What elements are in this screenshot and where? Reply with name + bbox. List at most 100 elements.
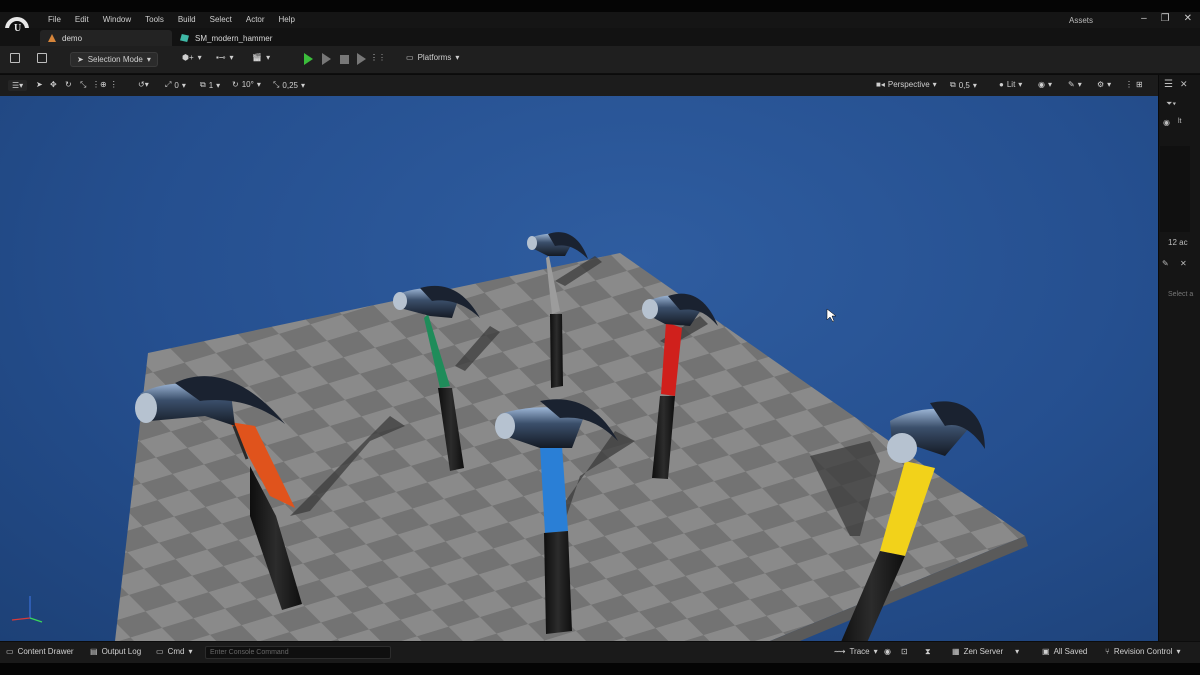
settings-dropdown[interactable]: ⚙ ▾ [1097,80,1111,89]
scene-render [115,232,1028,641]
translate-tool[interactable]: ✥ [50,80,57,89]
angle-snap-button[interactable]: ↻ 10° ▾ [232,80,261,89]
record-button[interactable]: ◉ [884,647,891,656]
menu-tools[interactable]: Tools [138,15,171,24]
rotate-snap-button[interactable]: ⤢ 0 ▾ [165,80,186,90]
save-icon [10,53,20,63]
scale-snap-button[interactable]: ⤡ 0,25 ▾ [273,80,305,90]
maximize-icon[interactable]: ❐ [1161,13,1170,24]
camera-speed-dropdown[interactable]: ⧉ 0,5 ▾ [950,80,977,90]
scale-tool[interactable]: ⤡ [80,80,86,90]
trace-dropdown[interactable]: ⟿ Trace ▾ [834,647,878,656]
revision-control-dropdown[interactable]: ⑂ Revision Control ▾ [1105,647,1181,656]
sphere-icon: ● [999,80,1004,89]
close-icon[interactable]: ✕ [1184,13,1192,24]
zen-server-dropdown[interactable]: ▦ Zen Server ▾ [952,647,1019,656]
menu-bar: File Edit Window Tools Build Select Acto… [41,15,302,24]
menu-file[interactable]: File [41,15,68,24]
cinematics-button[interactable]: 🎬︎ ▾ [252,53,270,62]
tab-demo[interactable]: demo [40,30,172,46]
more-options-icon[interactable]: ⋮ [378,53,386,62]
timer-button[interactable]: ⧗ [925,647,931,657]
brush-icon: ✎ [1068,80,1075,89]
stop-button[interactable] [340,55,349,64]
world-space-toggle[interactable]: ⊕ ⋮ [100,80,118,89]
scale-icon: ⤡ [80,80,87,89]
selection-mode-dropdown[interactable]: ➤ Selection Mode ▾ [70,52,158,67]
chevron-down-icon: ▾ [1018,80,1023,89]
camera-icon: ■◂ [876,80,885,89]
save-icon: ▣ [1042,647,1050,656]
select-tool[interactable]: ➤ [36,80,43,89]
menu-select[interactable]: Select [203,15,239,24]
cmd-dropdown[interactable]: ▭ Cmd ▾ [156,647,192,656]
console-icon: ▭ [156,647,164,656]
chevron-down-icon: ▾ [300,80,305,90]
hamburger-icon: ☰▾ [8,80,28,91]
view-mode-dropdown[interactable]: ● Lit ▾ [999,80,1022,89]
blueprint-icon: ▪⊸ [216,53,226,62]
scale-snap-count-value: 1 [208,80,214,90]
assets-label[interactable]: Assets [1069,16,1093,25]
mouse-cursor-icon [826,308,837,323]
window-controls: – ❐ ✕ [1141,13,1192,24]
scale-snap-count-button[interactable]: ⧉ 1 ▾ [200,80,220,90]
letterbox-top [0,0,1200,12]
tab-sm-modern-hammer[interactable]: SM_modern_hammer [172,30,280,46]
platforms-label: Platforms [417,53,452,62]
chevron-down-icon: ▾ [181,80,186,90]
tab-label: SM_modern_hammer [195,33,273,43]
output-log-label: Output Log [101,647,142,656]
close-icon[interactable]: ✕ [1180,79,1188,90]
main-toolbar [0,46,1200,74]
axis-gizmo-icon [11,596,43,623]
revision-control-label: Revision Control [1113,647,1173,656]
content-drawer-icon: ▭ [6,647,14,656]
chevron-down-icon: ▾ [455,53,460,62]
screenshot-button[interactable]: ⊡ [901,647,908,656]
chevron-down-icon: ▾ [1176,647,1181,656]
filter-icon[interactable]: ⏷▾ [1166,99,1176,109]
trace-icon: ⟿ [834,647,846,656]
all-saved-button[interactable]: ▣ All Saved [1042,647,1087,656]
rotate-tool[interactable]: ↻ [65,80,72,89]
viewport-more-icon[interactable]: ⋮ [1125,80,1133,89]
menu-edit[interactable]: Edit [68,15,96,24]
transform-options-icon[interactable]: ⋮ [92,80,100,89]
outliner-menu-icon[interactable]: ☰ [1164,79,1173,90]
menu-help[interactable]: Help [272,15,302,24]
viewport-menu-button[interactable]: ☰▾ [8,80,28,91]
menu-build[interactable]: Build [171,15,203,24]
scalability-dropdown[interactable]: ✎ ▾ [1068,80,1082,89]
layout-grid-icon[interactable]: ⊞ [1136,80,1143,89]
menu-window[interactable]: Window [96,15,138,24]
add-actor-button[interactable]: ⬢+ ▾ [182,53,202,62]
play-button[interactable] [304,53,313,65]
chevron-down-icon: ▾ [216,80,221,90]
console-command-input[interactable]: Enter Console Command [205,646,391,659]
save-button[interactable] [10,53,20,63]
globe-icon: ⊕ [100,80,107,89]
close-icon[interactable]: ✕ [1180,259,1187,268]
play-icon [304,53,313,65]
browse-button[interactable] [37,53,47,63]
platforms-dropdown[interactable]: ▭ Platforms ▾ [406,53,459,62]
details-pencil-icon[interactable]: ✎ [1162,259,1169,268]
play-options-icon[interactable]: ⋮ [370,53,378,62]
layers-icon: ⧉ [200,80,206,89]
step-button[interactable] [322,53,331,65]
menu-actor[interactable]: Actor [239,15,272,24]
actor-count: 12 ac [1168,238,1188,247]
outliner-list[interactable] [1160,146,1190,232]
eye-icon[interactable]: ◉ [1163,118,1170,127]
content-drawer-button[interactable]: ▭ Content Drawer [6,647,74,656]
camera-speed-value: 0,5 [958,80,970,90]
level-viewport[interactable] [0,96,1158,641]
eject-button[interactable] [357,53,366,65]
output-log-button[interactable]: ▤ Output Log [90,647,141,656]
show-flags-dropdown[interactable]: ◉ ▾ [1038,80,1052,89]
minimize-icon[interactable]: – [1141,13,1147,24]
blueprints-button[interactable]: ▪⊸ ▾ [216,53,234,62]
perspective-dropdown[interactable]: ■◂ Perspective ▾ [876,80,937,89]
surface-snap-button[interactable]: ↺▾ [138,80,149,89]
